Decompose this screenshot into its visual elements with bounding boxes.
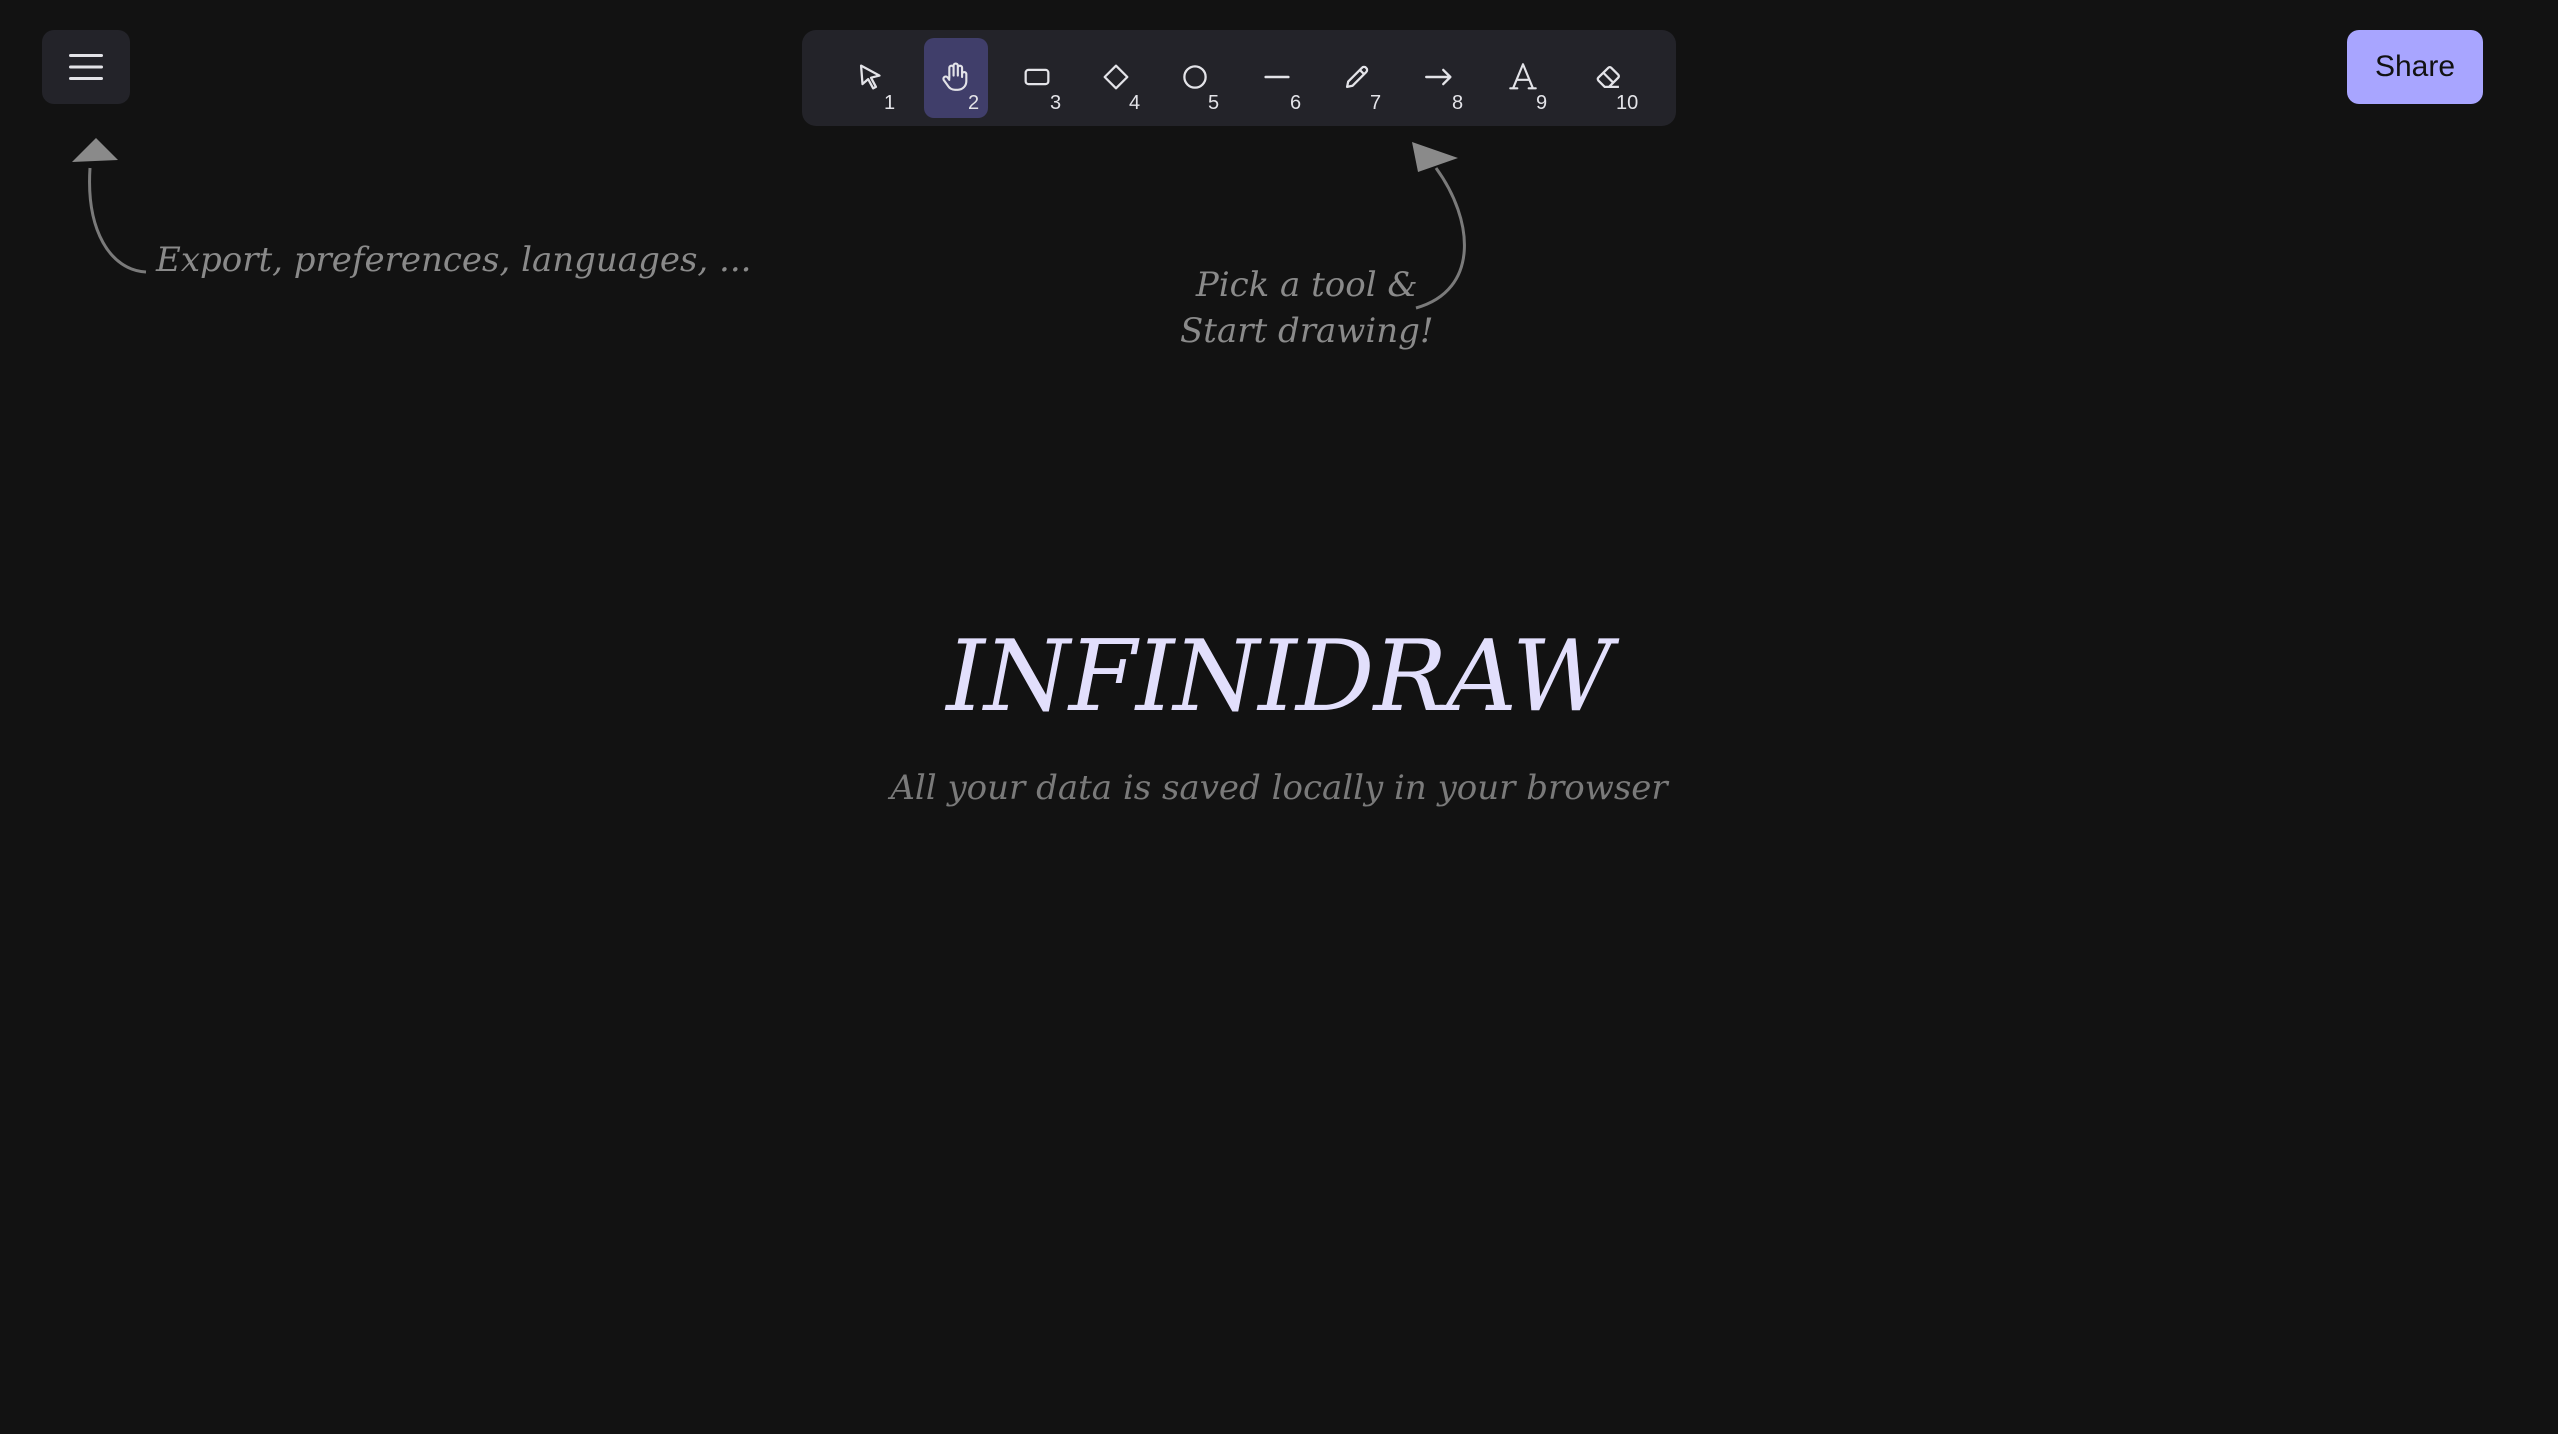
tool-key-label: 9 (1536, 92, 1548, 114)
tool-key-label: 3 (1050, 92, 1062, 114)
tool-key-label: 8 (1452, 92, 1464, 114)
tool-key-label: 4 (1129, 92, 1141, 114)
arrow-icon (1425, 68, 1452, 86)
tool-arrow[interactable]: 8 (1408, 38, 1472, 118)
tool-select[interactable]: 1 (840, 38, 904, 118)
app-logo-title: INFINIDRAW (946, 620, 1613, 734)
shape-toolbar: 1 2 3 4 5 6 7 8 9 10 (802, 30, 1676, 126)
tool-key-label: 2 (968, 92, 980, 114)
menu-hint: Export, preferences, languages, ... (156, 240, 752, 280)
text-icon (1509, 63, 1537, 90)
ellipse-icon (1183, 65, 1207, 89)
welcome-subtitle: All your data is saved locally in your b… (890, 768, 1668, 808)
tool-ellipse[interactable]: 5 (1164, 38, 1228, 118)
eraser-icon (1596, 66, 1620, 89)
toolbar-hint-line-2: Start drawing! (1180, 311, 1434, 351)
main-menu-button[interactable] (42, 30, 130, 104)
tool-key-label: 6 (1290, 92, 1302, 114)
tool-key-label: 10 (1616, 92, 1639, 114)
tool-line[interactable]: 6 (1246, 38, 1310, 118)
tool-key-label: 7 (1370, 92, 1382, 114)
line-icon (1264, 75, 1290, 79)
toolbar-hint: Pick a tool & Start drawing! (1180, 262, 1434, 354)
tool-text[interactable]: 9 (1492, 38, 1556, 118)
hamburger-menu-icon (69, 54, 103, 80)
share-button[interactable]: Share (2347, 30, 2483, 104)
tool-rectangle[interactable]: 3 (1006, 38, 1070, 118)
toolbar-hint-line-1: Pick a tool & (1195, 265, 1418, 305)
hand-pan-icon (942, 62, 968, 91)
diamond-icon (1103, 64, 1129, 90)
pencil-icon (1345, 65, 1369, 89)
tool-key-label: 5 (1208, 92, 1220, 114)
tool-hand[interactable]: 2 (924, 38, 988, 118)
tool-diamond[interactable]: 4 (1085, 38, 1149, 118)
tool-eraser[interactable]: 10 (1578, 38, 1642, 118)
tool-key-label: 1 (884, 92, 896, 114)
drawing-canvas[interactable]: 1 2 3 4 5 6 7 8 9 10 Share Export, prefe… (0, 0, 2558, 1434)
tool-pencil[interactable]: 7 (1326, 38, 1390, 118)
select-pointer-icon (859, 64, 881, 90)
rectangle-icon (1024, 68, 1050, 86)
